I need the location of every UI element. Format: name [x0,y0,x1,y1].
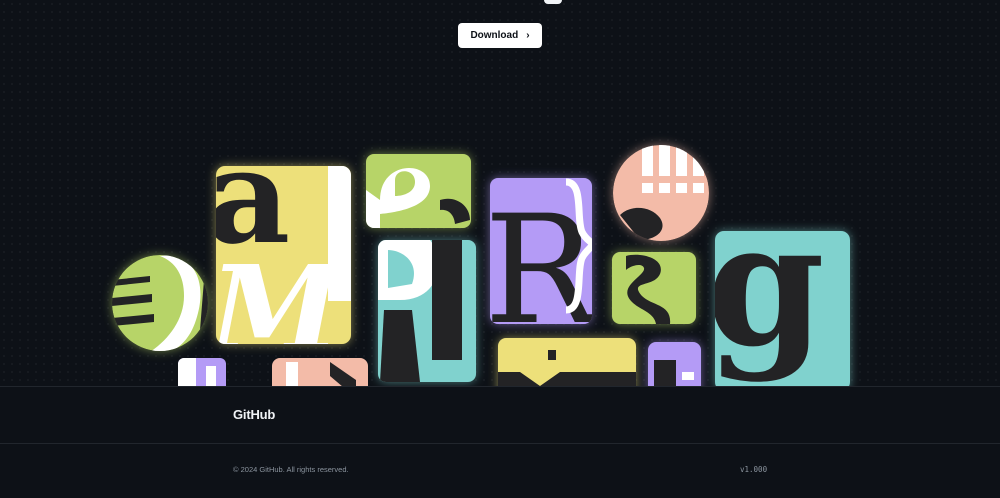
glyph-m: M [206,239,344,378]
copyright-text: © 2024 GitHub. All rights reserved. [233,465,349,474]
typography-artwork: a M R g [112,145,850,386]
footer-divider [0,443,1000,444]
tile-yellow-bottom [498,338,636,386]
tile-yellow-a: a M [206,166,351,378]
tile-green-top [366,154,471,228]
github-logo[interactable]: GitHub [233,407,275,422]
footer: GitHub © 2024 GitHub. All rights reserve… [0,386,1000,498]
glyph-g: g [706,185,825,385]
tile-peach-circle [613,145,709,241]
tile-teal-mid [378,240,476,382]
tile-purple-bottom [648,342,701,386]
tile-green-small [612,252,696,324]
version-text: v1.000 [740,465,768,474]
hero-section: Download › a M R g [0,0,1000,386]
tile-purple-r: R [484,178,601,358]
tile-teal-g: g [706,185,850,386]
tile-peach-bottom [272,358,368,386]
tile-purple-small [178,358,226,386]
tile-green-circle [112,255,208,351]
glyph-r: R [484,184,601,358]
